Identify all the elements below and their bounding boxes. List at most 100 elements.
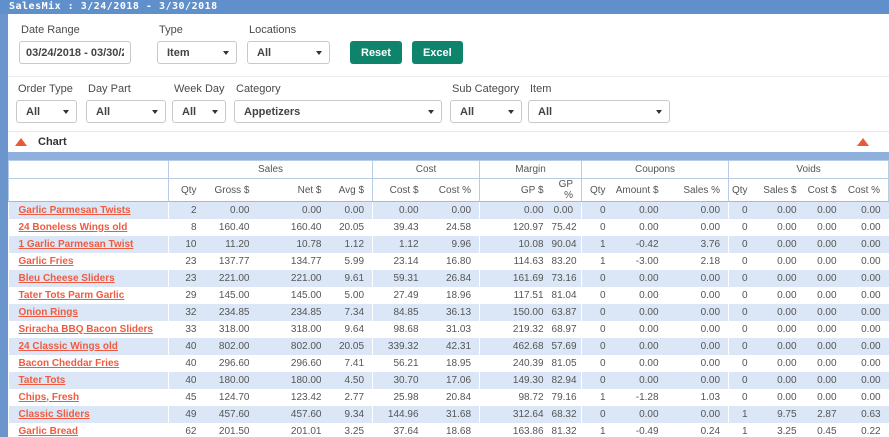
value-cell: 0.45: [805, 423, 845, 437]
type-select[interactable]: Item: [157, 41, 237, 64]
item-link[interactable]: Tater Tots Parm Garlic: [19, 290, 125, 301]
order-type-select[interactable]: All: [16, 100, 77, 123]
value-cell: 457.60: [258, 406, 330, 423]
item-select[interactable]: All: [528, 100, 670, 123]
value-cell: 0.00: [845, 389, 889, 406]
item-cell: Garlic Fries: [9, 253, 169, 270]
value-cell: 5.99: [330, 253, 373, 270]
value-cell: 1: [582, 236, 614, 253]
item-link[interactable]: Tater Tots: [19, 375, 66, 386]
value-cell: 20.84: [427, 389, 480, 406]
value-cell: 3.76: [667, 236, 729, 253]
chevron-down-icon: [223, 51, 229, 55]
item-link[interactable]: Bacon Cheddar Fries: [19, 358, 120, 369]
table-row: Garlic Parmesan Twists20.000.000.000.000…: [9, 202, 889, 219]
item-link[interactable]: 1 Garlic Parmesan Twist: [19, 239, 134, 250]
value-cell: 0.00: [756, 338, 805, 355]
locations-select[interactable]: All: [247, 41, 330, 64]
chevron-down-icon: [656, 110, 662, 114]
value-cell: 82.94: [552, 372, 582, 389]
table-row: Garlic Fries23137.77134.775.9923.1416.80…: [9, 253, 889, 270]
column-header: Sales $: [756, 179, 805, 202]
value-cell: 42.31: [427, 338, 480, 355]
salesmix-table: SalesCostMarginCouponsVoidsQtyGross $Net…: [8, 160, 889, 437]
item-field: Item All: [528, 83, 670, 123]
item-link[interactable]: 24 Classic Wings old: [19, 341, 118, 352]
value-cell: 0.00: [614, 270, 667, 287]
value-cell: 0.00: [667, 202, 729, 219]
sub-category-label: Sub Category: [452, 83, 522, 95]
value-cell: 9.96: [427, 236, 480, 253]
column-header: GP %: [552, 179, 582, 202]
value-cell: 802.00: [205, 338, 258, 355]
sub-category-field: Sub Category All: [450, 83, 522, 123]
day-part-select[interactable]: All: [86, 100, 166, 123]
item-link[interactable]: Bleu Cheese Sliders: [19, 273, 115, 284]
page-title: SalesMix : 3/24/2018 - 3/30/2018: [9, 1, 218, 12]
chart-collapse-triangle-icon-right[interactable]: [857, 138, 869, 146]
value-cell: 16.80: [427, 253, 480, 270]
value-cell: 63.87: [552, 304, 582, 321]
value-cell: 2.87: [805, 406, 845, 423]
date-range-input[interactable]: [19, 41, 131, 64]
value-cell: 1.12: [373, 236, 427, 253]
value-cell: 7.34: [330, 304, 373, 321]
value-cell: 296.60: [205, 355, 258, 372]
value-cell: 149.30: [480, 372, 552, 389]
locations-label: Locations: [249, 24, 330, 36]
value-cell: 40: [169, 355, 205, 372]
day-part-select-value: All: [96, 106, 110, 118]
chart-collapse-triangle-icon[interactable]: [15, 138, 27, 146]
item-link[interactable]: Classic Sliders: [19, 409, 90, 420]
column-header: Avg $: [330, 179, 373, 202]
value-cell: 0.00: [805, 253, 845, 270]
value-cell: 0.00: [614, 355, 667, 372]
value-cell: 0: [729, 355, 756, 372]
value-cell: 1.03: [667, 389, 729, 406]
week-day-label: Week Day: [174, 83, 226, 95]
value-cell: 31.68: [427, 406, 480, 423]
reset-button[interactable]: Reset: [350, 41, 402, 64]
value-cell: 234.85: [258, 304, 330, 321]
sub-category-select-value: All: [460, 106, 474, 118]
excel-button[interactable]: Excel: [412, 41, 463, 64]
week-day-select-value: All: [182, 106, 196, 118]
item-link[interactable]: Onion Rings: [19, 307, 78, 318]
item-link[interactable]: Garlic Bread: [19, 426, 78, 437]
category-select[interactable]: Appetizers: [234, 100, 442, 123]
item-link[interactable]: Sriracha BBQ Bacon Sliders: [19, 324, 154, 335]
item-cell: Classic Sliders: [9, 406, 169, 423]
chevron-down-icon: [316, 51, 322, 55]
chevron-down-icon: [508, 110, 514, 114]
value-cell: 18.96: [427, 287, 480, 304]
value-cell: 0.00: [805, 219, 845, 236]
value-cell: 0.00: [805, 270, 845, 287]
value-cell: 2: [169, 202, 205, 219]
week-day-select[interactable]: All: [172, 100, 226, 123]
value-cell: 145.00: [258, 287, 330, 304]
value-cell: 0.00: [805, 372, 845, 389]
value-cell: 98.72: [480, 389, 552, 406]
value-cell: 90.04: [552, 236, 582, 253]
category-select-value: Appetizers: [244, 106, 300, 118]
value-cell: 221.00: [205, 270, 258, 287]
value-cell: 0.00: [845, 253, 889, 270]
item-link[interactable]: Chips, Fresh: [19, 392, 80, 403]
item-link[interactable]: 24 Boneless Wings old: [19, 222, 128, 233]
item-link[interactable]: Garlic Fries: [19, 256, 74, 267]
order-type-select-value: All: [26, 106, 40, 118]
value-cell: 29: [169, 287, 205, 304]
value-cell: 0.00: [205, 202, 258, 219]
chevron-down-icon: [152, 110, 158, 114]
group-header-sales: Sales: [169, 161, 373, 179]
sub-category-select[interactable]: All: [450, 100, 522, 123]
value-cell: 81.05: [552, 355, 582, 372]
value-cell: 0.00: [480, 202, 552, 219]
item-cell: 24 Boneless Wings old: [9, 219, 169, 236]
value-cell: 221.00: [258, 270, 330, 287]
date-range-field: Date Range: [19, 24, 131, 64]
value-cell: 0: [729, 270, 756, 287]
item-link[interactable]: Garlic Parmesan Twists: [19, 205, 131, 216]
value-cell: 37.64: [373, 423, 427, 437]
value-cell: 33: [169, 321, 205, 338]
